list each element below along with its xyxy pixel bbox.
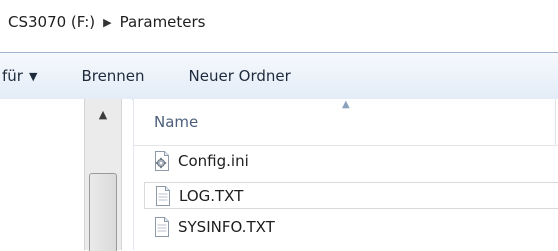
breadcrumb: CS3070 (F:) ▶ Parameters (0, 6, 558, 38)
share-with-button[interactable]: für ▼ (2, 67, 37, 85)
file-row-sysinfo-txt[interactable]: SYSINFO.TXT (144, 213, 558, 240)
file-list-pane: Name ▲ Config.ini LOG.TXT SYSINFO.TXT (133, 99, 558, 250)
address-bar[interactable]: CS3070 (F:) ▶ Parameters (0, 0, 558, 46)
column-header-name[interactable]: Name ▲ (134, 99, 558, 146)
new-folder-button[interactable]: Neuer Ordner (189, 67, 291, 85)
column-divider[interactable] (555, 99, 556, 145)
navigation-pane-scrollbar[interactable]: ▲ (84, 99, 122, 251)
chevron-down-icon: ▼ (28, 69, 38, 83)
breadcrumb-drive[interactable]: CS3070 (F:) (0, 13, 95, 31)
share-with-label: für (2, 67, 23, 85)
scroll-thumb[interactable] (89, 173, 117, 251)
file-row-config-ini[interactable]: Config.ini (144, 147, 558, 174)
text-document-icon (155, 185, 171, 206)
file-name: Config.ini (178, 151, 249, 170)
scroll-up-arrow-icon[interactable]: ▲ (85, 99, 121, 129)
file-name: SYSINFO.TXT (178, 217, 275, 236)
burn-label: Brennen (81, 67, 145, 85)
burn-button[interactable]: Brennen (81, 67, 144, 85)
column-header-name-label: Name (154, 113, 199, 131)
sort-ascending-icon: ▲ (342, 99, 350, 110)
file-name: LOG.TXT (179, 186, 244, 205)
breadcrumb-folder[interactable]: Parameters (120, 13, 206, 31)
file-row-log-txt[interactable]: LOG.TXT (144, 182, 558, 209)
text-document-icon (154, 216, 170, 237)
command-toolbar: für ▼ Brennen Neuer Ordner (0, 52, 558, 100)
config-settings-icon (154, 150, 170, 171)
new-folder-label: Neuer Ordner (188, 67, 291, 85)
breadcrumb-separator-icon[interactable]: ▶ (95, 16, 119, 29)
